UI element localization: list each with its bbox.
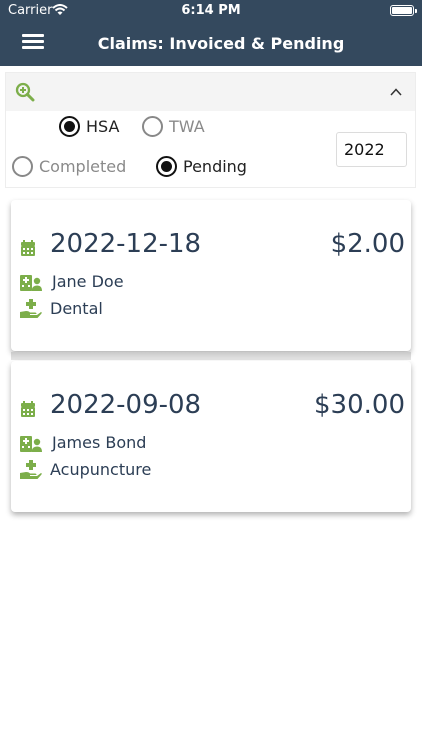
radio-twa-indicator bbox=[142, 116, 163, 137]
claim-card[interactable]: 2022-12-18 $2.00 Jane Doe Dental bbox=[11, 200, 411, 351]
radio-twa-label: TWA bbox=[169, 117, 205, 136]
menu-icon[interactable] bbox=[22, 34, 44, 50]
app-header: Carrier 6:14 PM Claims: Invoiced & Pendi… bbox=[0, 0, 422, 66]
nav-bar: Claims: Invoiced & Pending bbox=[0, 22, 422, 66]
filter-header[interactable] bbox=[6, 73, 415, 111]
status-bar: Carrier 6:14 PM bbox=[0, 0, 422, 22]
card-divider bbox=[11, 352, 411, 360]
radio-hsa[interactable]: HSA bbox=[59, 116, 119, 137]
claim-category: Dental bbox=[50, 299, 103, 318]
radio-pending[interactable]: Pending bbox=[156, 156, 247, 177]
hospital-user-icon bbox=[20, 436, 42, 452]
claim-date: 2022-09-08 bbox=[50, 390, 202, 420]
claim-category: Acupuncture bbox=[50, 460, 152, 479]
hand-medical-icon bbox=[20, 460, 42, 479]
hospital-user-icon bbox=[20, 275, 42, 291]
calendar-icon bbox=[21, 240, 35, 256]
radio-completed-indicator bbox=[12, 156, 33, 177]
radio-completed-label: Completed bbox=[39, 157, 127, 176]
radio-twa[interactable]: TWA bbox=[142, 116, 205, 137]
year-input[interactable] bbox=[336, 132, 407, 167]
calendar-icon bbox=[21, 401, 35, 417]
claim-amount: $30.00 bbox=[314, 390, 405, 420]
battery-icon bbox=[390, 5, 417, 16]
claim-date: 2022-12-18 bbox=[50, 229, 202, 259]
chevron-up-icon[interactable] bbox=[389, 85, 403, 99]
radio-hsa-indicator bbox=[59, 116, 80, 137]
claim-amount: $2.00 bbox=[330, 229, 405, 259]
claim-person: James Bond bbox=[52, 433, 147, 452]
page-title: Claims: Invoiced & Pending bbox=[97, 34, 345, 53]
radio-pending-label: Pending bbox=[183, 157, 247, 176]
claim-person: Jane Doe bbox=[52, 272, 124, 291]
status-time: 6:14 PM bbox=[181, 3, 241, 18]
radio-completed[interactable]: Completed bbox=[12, 156, 126, 177]
radio-hsa-label: HSA bbox=[86, 117, 120, 136]
claim-card[interactable]: 2022-09-08 $30.00 James Bond Acupuncture bbox=[11, 361, 411, 512]
hand-medical-icon bbox=[20, 299, 42, 318]
filter-panel: HSA TWA Completed Pending bbox=[5, 72, 416, 188]
radio-pending-indicator bbox=[156, 156, 177, 177]
zoom-in-icon[interactable] bbox=[15, 82, 35, 102]
